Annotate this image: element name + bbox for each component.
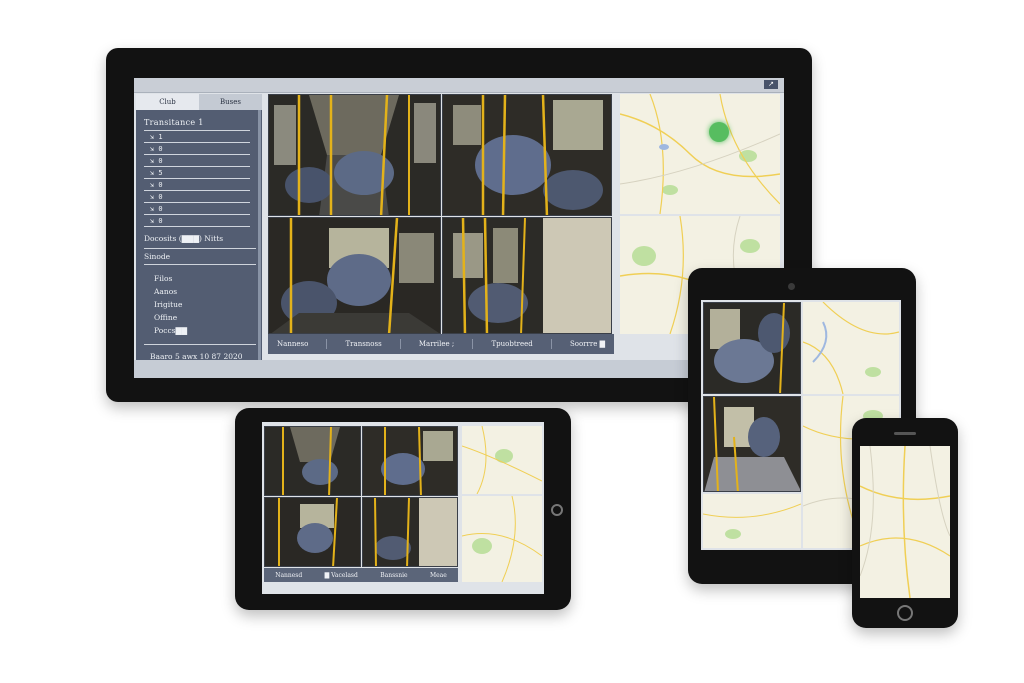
section-label: Docosits (▇▇▇) Nitts (144, 234, 224, 243)
divider (399, 339, 401, 349)
camera-feed-3[interactable] (268, 217, 441, 334)
camera-feed-4[interactable] (362, 497, 458, 567)
map-image[interactable] (860, 446, 950, 598)
tablet-home-button[interactable] (551, 504, 563, 516)
status-item[interactable]: Tpuobtreed (491, 340, 532, 348)
camera-feed-1[interactable] (268, 94, 441, 216)
camera-status-bar: Nanneso Transnoss Marrilee ; Tpuobtreed … (268, 334, 614, 354)
map-image (462, 426, 542, 494)
status-item[interactable]: Soorrre ▇ (570, 340, 605, 348)
map-image (703, 494, 801, 548)
divider (144, 344, 256, 345)
divider (326, 339, 328, 349)
vehicle-row[interactable]: ⇲ 0 (144, 156, 250, 167)
menu-item[interactable]: Poccs▇▇ (154, 326, 187, 335)
sidebar: Club Buses Transitance 1 ⇲ 1 ⇲ 0 ⇲ 0 ⇲ 5… (136, 94, 262, 370)
tab-buses[interactable]: Buses (199, 94, 262, 110)
map-panel-1[interactable] (803, 302, 899, 394)
camera-status-bar: Nannesd ▇ Vacelasd Banssnie Meae (264, 568, 458, 582)
vehicle-row[interactable]: ⇲ 0 (144, 180, 250, 191)
status-item[interactable]: Meae (430, 572, 447, 579)
phone-screen (860, 446, 950, 598)
divider (550, 339, 552, 349)
sidebar-tabs: Club Buses (136, 94, 262, 110)
status-item[interactable]: Banssnie (380, 572, 407, 579)
bus-interior-image (269, 218, 440, 333)
status-item[interactable]: Marrilee ; (419, 340, 454, 348)
status-item[interactable]: ▇ Vacelasd (325, 572, 358, 579)
bus-interior-image (265, 427, 360, 495)
vehicle-row[interactable]: ⇲ 0 (144, 192, 250, 203)
menu-item[interactable]: Filos (154, 274, 172, 283)
status-item[interactable]: Nanneso (277, 340, 308, 348)
bus-interior-image (363, 498, 457, 566)
camera-feed-4[interactable] (442, 217, 612, 334)
map-panel-top[interactable] (620, 94, 780, 214)
bus-interior-image (265, 498, 360, 566)
menu-item[interactable]: Irigitue (154, 300, 182, 309)
app-titlebar: ↗ (134, 78, 784, 93)
map-panel-bottom[interactable] (462, 496, 542, 582)
phone-speaker (894, 432, 916, 435)
sidebar-scrollbar[interactable] (258, 110, 261, 360)
bus-interior-image (363, 427, 457, 495)
divider (144, 264, 256, 265)
map-panel-3[interactable] (703, 494, 801, 548)
map-image (803, 302, 899, 394)
menu-item[interactable]: Offine (154, 313, 177, 322)
divider (144, 248, 256, 249)
phone-home-button[interactable] (897, 605, 913, 621)
bottom-panel (134, 360, 784, 378)
camera-feed-2[interactable] (442, 94, 612, 216)
vehicle-row[interactable]: ⇲ 0 (144, 144, 250, 155)
monitor-screen: ↗ Club Buses Transitance 1 ⇲ 1 ⇲ 0 ⇲ 0 ⇲… (134, 78, 784, 378)
map-image (620, 94, 780, 214)
group-label: Sinode (144, 252, 171, 261)
status-item[interactable]: Nannesd (275, 572, 302, 579)
camera-feed-1[interactable] (703, 302, 801, 394)
camera-feed-2[interactable] (362, 426, 458, 496)
bus-interior-image (269, 95, 440, 215)
bus-interior-image (704, 397, 800, 491)
divider (144, 130, 250, 131)
bus-interior-image (443, 95, 611, 215)
bus-interior-image (443, 218, 611, 333)
divider (472, 339, 474, 349)
vehicle-location-marker[interactable] (709, 122, 729, 142)
map-image (462, 496, 542, 582)
camera-feed-1[interactable] (264, 426, 361, 496)
menu-item[interactable]: Aanos (154, 287, 177, 296)
camera-feed-2[interactable] (703, 396, 801, 492)
camera-feed-3[interactable] (264, 497, 361, 567)
camera-lens-icon (788, 283, 795, 290)
vehicle-row[interactable]: ⇲ 5 (144, 168, 250, 179)
expand-button[interactable]: ↗ (764, 80, 778, 89)
vehicle-row[interactable]: ⇲ 0 (144, 204, 250, 215)
vehicle-row[interactable]: ⇲ 0 (144, 216, 250, 227)
tab-club[interactable]: Club (136, 94, 199, 110)
bus-interior-image (704, 303, 800, 393)
vehicle-row[interactable]: ⇲ 1 (144, 132, 250, 143)
tablet-landscape-screen: Nannesd ▇ Vacelasd Banssnie Meae (262, 422, 544, 594)
status-item[interactable]: Transnoss (346, 340, 382, 348)
map-panel-top[interactable] (462, 426, 542, 494)
sidebar-title: Transitance 1 (144, 118, 204, 127)
